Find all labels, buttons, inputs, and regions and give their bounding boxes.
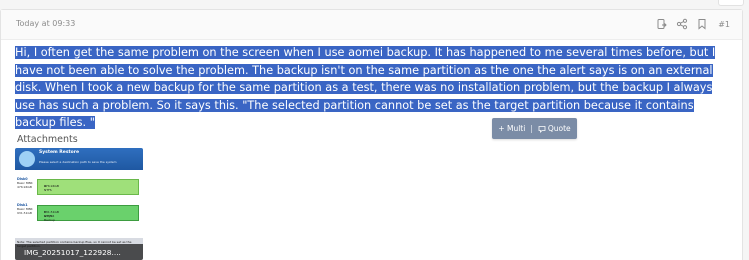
disk-label: Disk1 Basic MBR 931.51GB <box>17 203 33 215</box>
tooltip-separator: | <box>530 124 533 133</box>
quote-tooltip: + Multi | Quote <box>492 118 577 139</box>
preview-disk-row: Disk1 Basic MBR 931.51GB E: ercy56 Backu… <box>15 200 143 224</box>
disk-partition-bar-selected: E: ercy56 Backup 931.51GB NTFS <box>37 205 139 222</box>
preview-disk-row: Disk0 Basic MBR 476.94GB D: 476.94GB NTFS <box>15 174 143 198</box>
share-icon[interactable] <box>676 18 688 30</box>
disk-partition-bar: D: 476.94GB NTFS <box>37 179 139 195</box>
bookmark-icon[interactable] <box>696 18 708 30</box>
disk-label: Disk0 Basic MBR 476.94GB <box>17 177 33 189</box>
quote-icon <box>538 125 546 133</box>
forum-post: Today at 09:33 #1 Hi, I often get the sa… <box>0 9 743 260</box>
post-date[interactable]: Today at 09:33 <box>16 19 75 28</box>
multi-quote-button[interactable]: + Multi <box>498 124 525 133</box>
preview-header: System Restore Please select a destinati… <box>15 148 143 170</box>
selected-message-text: Hi, I often get the same problem on the … <box>15 46 716 129</box>
quote-label: Quote <box>547 124 571 133</box>
attachment-filename[interactable]: IMG_20251017_122928.... <box>24 248 121 257</box>
partition-size: 476.94GB NTFS <box>44 184 59 192</box>
top-toolbar-tab <box>718 0 744 6</box>
attachments-title: Attachments <box>17 134 78 145</box>
preview-subtitle: Please select a destination path to save… <box>39 160 117 164</box>
disk-size: 476.94GB <box>17 185 32 189</box>
post-message: Hi, I often get the same problem on the … <box>15 44 721 132</box>
attachment-caption: IMG_20251017_122928.... <box>15 244 143 260</box>
partition-size: 931.51GB NTFS <box>44 210 59 218</box>
attachment-thumbnail[interactable]: System Restore Please select a destinati… <box>15 148 143 260</box>
post-number[interactable]: #1 <box>718 20 730 29</box>
post-header: Today at 09:33 #1 <box>1 10 742 40</box>
preview-disk-panel: Disk0 Basic MBR 476.94GB D: 476.94GB NTFS… <box>15 170 143 238</box>
disk-size: 931.51GB <box>17 211 32 215</box>
quote-button[interactable]: Quote <box>538 124 571 133</box>
post-actions: #1 <box>648 17 730 31</box>
preview-title: System Restore <box>39 150 80 155</box>
share-alt-icon[interactable] <box>656 18 668 30</box>
restore-logo-icon <box>19 151 35 167</box>
